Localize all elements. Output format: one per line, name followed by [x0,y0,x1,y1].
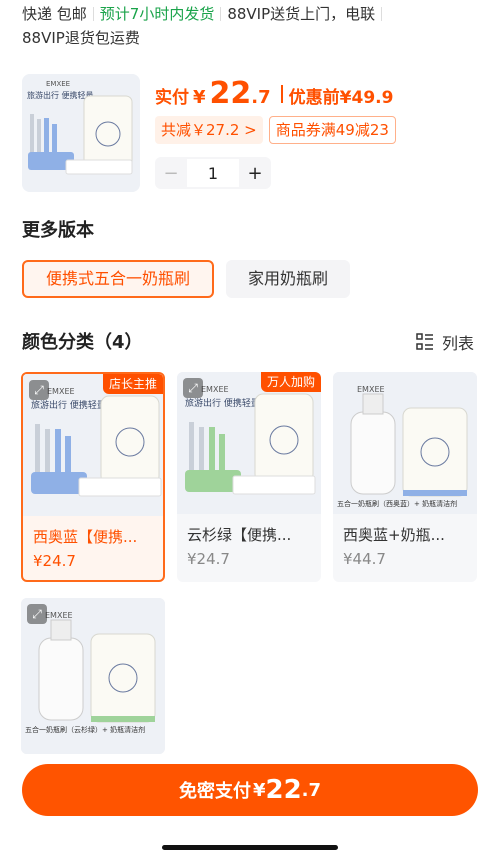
color-option-card[interactable]: EMXEE 旅游出行 便携轻量 ⤢ 店长主推 西奥蓝【便携... ¥24.7 [21,372,165,582]
discount-chips: 共减￥27.2 > 商品券满49减23 [155,116,396,144]
card-caption: 五合一奶瓶刷（云杉绿）+ 奶瓶清洁剂 [25,725,145,734]
quantity-value[interactable]: 1 [187,159,239,187]
actual-price-label: 实付 [155,88,189,108]
expand-icon[interactable]: ⤢ [27,604,47,624]
actual-price-dec: .7 [251,87,271,108]
shipping-vip-delivery: 88VIP送货上门，电联 [227,5,376,23]
color-option-price: ¥24.7 [33,552,76,570]
shipping-vip-return: 88VIP退货包运费 [22,29,140,47]
shipping-free: 快递 包邮 [22,5,87,23]
card-brand: EMXEE [201,385,229,394]
card-brand: EMXEE [357,385,385,394]
before-discount-label: 优惠前 [288,88,340,108]
version-option-home[interactable]: 家用奶瓶刷 [226,260,350,298]
color-option-name: 西奥蓝【便携... [33,528,138,546]
color-category-title: 颜色分类（4） [22,332,143,353]
divider [280,84,283,103]
pay-button[interactable]: 免密支付 ¥ 22 .7 [22,764,478,816]
version-option-portable[interactable]: 便携式五合一奶瓶刷 [22,260,214,298]
pay-currency: ¥ [252,779,266,801]
color-option-name: 云杉绿【便携... [187,526,292,544]
divider [220,7,222,21]
actual-price-int: 22 [209,76,252,111]
total-savings-chip[interactable]: 共减￥27.2 > [155,116,263,144]
shipping-eta: 预计7小时内发货 [99,5,215,23]
list-view-label: 列表 [442,334,475,353]
divider [381,7,383,21]
home-indicator[interactable] [162,845,338,850]
expand-icon[interactable]: ⤢ [183,378,203,398]
versions-title: 更多版本 [22,220,94,241]
shipping-info: 快递 包邮 预计7小时内发货 88VIP送货上门，电联 88VIP退货包运费 [22,2,482,50]
increase-quantity-button[interactable]: + [239,157,271,189]
decrease-quantity-button[interactable]: − [155,157,187,189]
currency-symbol: ¥ [193,87,206,108]
pay-amount-int: 22 [265,775,302,805]
product-tagline: 旅游出行 便携轻量 [27,90,94,100]
color-option-card[interactable]: EMXEE 旅游出行 便携轻量 ⤢ 万人加购 云杉绿【便携... ¥24.7 [177,372,321,582]
color-option-card[interactable]: EMXEE 五合一奶瓶刷（西奥蓝）+ 奶瓶清洁剂 西奥蓝+奶瓶... ¥44.7 [333,372,477,582]
before-discount-price: ¥49.9 [339,88,394,108]
product-brand: EMXEE [46,80,70,88]
product-thumbnail[interactable]: EMXEE 旅游出行 便携轻量 [22,74,140,192]
card-tagline: 旅游出行 便携轻量 [185,397,260,409]
price-summary: 实付 ¥ 22 .7 优惠前 ¥49.9 [155,76,393,111]
color-option-card[interactable]: EMXEE 五合一奶瓶刷（云杉绿）+ 奶瓶清洁剂 ⤢ [21,598,165,754]
color-option-price: ¥24.7 [187,550,230,568]
recommend-badge: 店长主推 [102,374,163,394]
popular-badge: 万人加购 [260,372,321,392]
color-option-price: ¥44.7 [343,550,386,568]
coupon-chip[interactable]: 商品券满49减23 [268,116,396,144]
divider [92,7,94,21]
list-view-icon [416,333,433,350]
expand-icon[interactable]: ⤢ [29,380,49,400]
product-image: EMXEE 旅游出行 便携轻量 [22,74,140,192]
card-brand: EMXEE [47,387,75,396]
pay-amount-dec: .7 [301,779,322,801]
card-brand: EMXEE [45,611,73,620]
color-option-image: EMXEE 五合一奶瓶刷（西奥蓝）+ 奶瓶清洁剂 [333,372,477,514]
color-option-name: 西奥蓝+奶瓶... [343,526,445,544]
quantity-stepper: − 1 + [155,157,271,189]
list-view-toggle[interactable]: 列表 [416,330,474,354]
card-caption: 五合一奶瓶刷（西奥蓝）+ 奶瓶清洁剂 [337,499,457,508]
pay-label: 免密支付 [178,781,251,802]
card-tagline: 旅游出行 便携轻量 [31,399,106,411]
